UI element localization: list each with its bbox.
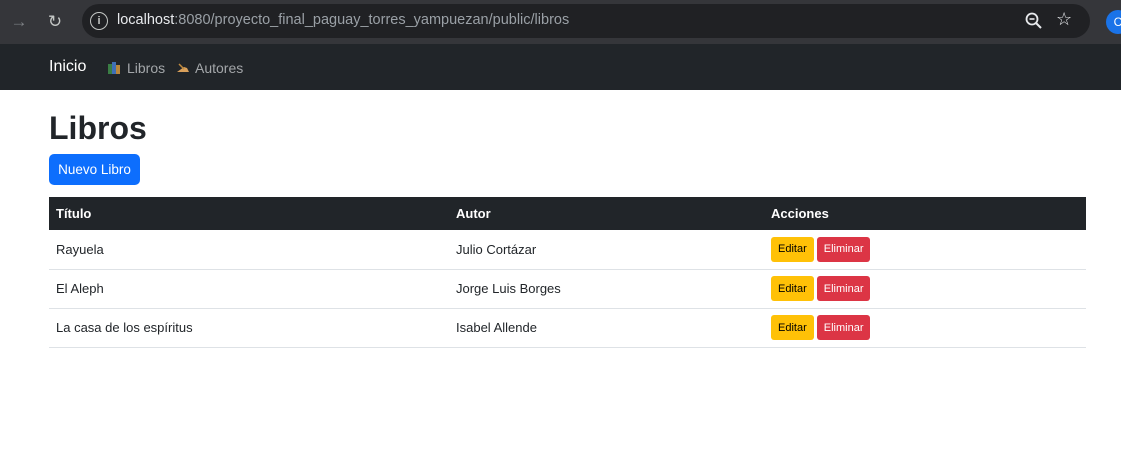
app-navbar: Inicio Libros Autores xyxy=(0,44,1121,90)
header-titulo: Título xyxy=(49,197,449,230)
page-title: Libros xyxy=(49,110,147,146)
new-book-button[interactable]: Nuevo Libro xyxy=(49,154,140,185)
reload-icon[interactable]: ↻ xyxy=(42,9,68,35)
edit-button[interactable]: Editar xyxy=(771,236,814,262)
profile-avatar[interactable]: C xyxy=(1106,10,1121,34)
delete-button[interactable]: Eliminar xyxy=(816,276,871,301)
nav-link-autores-label: Autores xyxy=(195,60,244,76)
cell-titulo: El Aleph xyxy=(49,269,449,309)
delete-button[interactable]: Eliminar xyxy=(816,315,871,340)
browser-toolbar: → ↻ i localhost:8080/proyecto_final_pagu… xyxy=(0,0,1121,44)
bookmark-star-icon[interactable]: ☆ xyxy=(1056,9,1072,30)
cell-acciones: Editar Eliminar xyxy=(764,269,1086,309)
navbar-brand[interactable]: Inicio xyxy=(49,58,86,76)
address-bar[interactable]: i localhost:8080/proyecto_final_paguay_t… xyxy=(82,4,1090,38)
cell-autor: Jorge Luis Borges xyxy=(449,269,764,309)
header-autor: Autor xyxy=(449,197,764,230)
table-row: Rayuela Julio Cortázar Editar Eliminar xyxy=(49,230,1086,270)
cell-acciones: Editar Eliminar xyxy=(764,230,1086,270)
cell-titulo: Rayuela xyxy=(49,230,449,270)
table-header-row: Título Autor Acciones xyxy=(49,197,1086,230)
cell-acciones: Editar Eliminar xyxy=(764,308,1086,348)
cell-autor: Julio Cortázar xyxy=(449,230,764,270)
books-table: Título Autor Acciones Rayuela Julio Cort… xyxy=(49,197,1086,348)
table-row: El Aleph Jorge Luis Borges Editar Elimina… xyxy=(49,269,1086,309)
cell-titulo: La casa de los espíritus xyxy=(49,308,449,348)
table-row: La casa de los espíritus Isabel Allende … xyxy=(49,308,1086,348)
edit-button[interactable]: Editar xyxy=(771,315,814,340)
nav-link-autores[interactable]: Autores xyxy=(176,60,243,76)
url-path: :8080/proyecto_final_paguay_torres_yampu… xyxy=(174,12,570,28)
url-host: localhost xyxy=(117,12,175,28)
site-info-icon[interactable]: i xyxy=(90,12,108,30)
zoom-icon[interactable] xyxy=(1024,11,1044,31)
books-icon xyxy=(108,62,122,74)
delete-button[interactable]: Eliminar xyxy=(816,236,871,262)
writing-hand-icon xyxy=(177,63,189,72)
url-text[interactable]: localhost:8080/proyecto_final_paguay_tor… xyxy=(117,12,569,28)
cell-autor: Isabel Allende xyxy=(449,308,764,348)
edit-button[interactable]: Editar xyxy=(771,276,814,301)
forward-arrow-icon[interactable]: → xyxy=(6,9,32,35)
nav-link-libros[interactable]: Libros xyxy=(108,60,165,76)
nav-link-libros-label: Libros xyxy=(127,60,166,76)
header-acciones: Acciones xyxy=(764,197,1086,230)
